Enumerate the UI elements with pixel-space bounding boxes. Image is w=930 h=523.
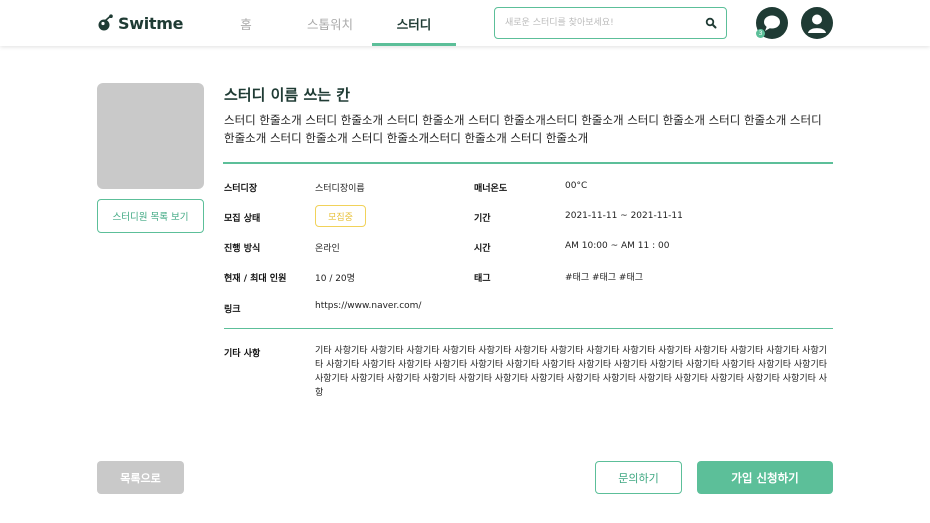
method-value: 온라인: [315, 244, 340, 254]
tab-stopwatch[interactable]: 스톱워치: [288, 0, 372, 46]
period-value: 2021-11-11 ~ 2021-11-11: [565, 211, 683, 221]
brand-name: Switme: [118, 13, 184, 33]
logo[interactable]: Switme: [97, 13, 183, 33]
time-label: 시간: [474, 244, 491, 254]
leader-label: 스터디장: [224, 184, 258, 194]
back-to-list-button[interactable]: 목록으로: [97, 461, 184, 494]
search-input[interactable]: [505, 15, 695, 31]
recruit-label: 모집 상태: [224, 214, 261, 224]
member-list-button[interactable]: 스터디원 목록 보기: [97, 199, 204, 233]
study-intro: 스터디 한줄소개 스터디 한줄소개 스터디 한줄소개 스터디 한줄소개스터디 한…: [224, 113, 822, 145]
logo-icon: [98, 14, 113, 31]
link-value[interactable]: https://www.naver.com/: [315, 301, 421, 311]
period-label: 기간: [474, 214, 491, 224]
join-request-button[interactable]: 가입 신청하기: [697, 461, 833, 494]
link-label: 링크: [224, 305, 241, 315]
top-header: Switme 홈 스톱워치 스터디 3: [0, 0, 930, 46]
section-divider: [223, 162, 833, 164]
manner-value: 00°C: [565, 181, 588, 191]
etc-label: 기타 사항: [224, 349, 261, 359]
leader-value: 스터디장이름: [315, 184, 365, 194]
manner-label: 매너온도: [474, 184, 508, 194]
study-thumbnail: [97, 83, 204, 189]
search-icon[interactable]: [705, 17, 717, 29]
profile-button[interactable]: [801, 7, 833, 39]
study-title: 스터디 이름 쓰는 칸: [224, 86, 351, 104]
time-value: AM 10:00 ~ AM 11 : 00: [565, 241, 670, 251]
user-icon: [808, 14, 826, 33]
members-value: 10 / 20명: [315, 274, 355, 284]
inquiry-button[interactable]: 문의하기: [595, 461, 682, 494]
tab-home[interactable]: 홈: [204, 0, 288, 46]
etc-text: 기타 사항기타 사항기타 사항기타 사항기타 사항기타 사항기타 사항기타 사항…: [315, 346, 828, 398]
search-box: [494, 7, 727, 39]
tags-value: #태그 #태그 #태그: [565, 273, 644, 283]
method-label: 진행 방식: [224, 244, 261, 254]
tab-study[interactable]: 스터디: [372, 0, 456, 46]
etc-divider: [224, 328, 833, 329]
recruit-status-badge: 모집중: [315, 205, 366, 227]
chat-notification-badge: 3: [756, 29, 765, 38]
members-label: 현재 / 최대 인원: [224, 274, 287, 284]
tags-label: 태그: [474, 274, 491, 284]
